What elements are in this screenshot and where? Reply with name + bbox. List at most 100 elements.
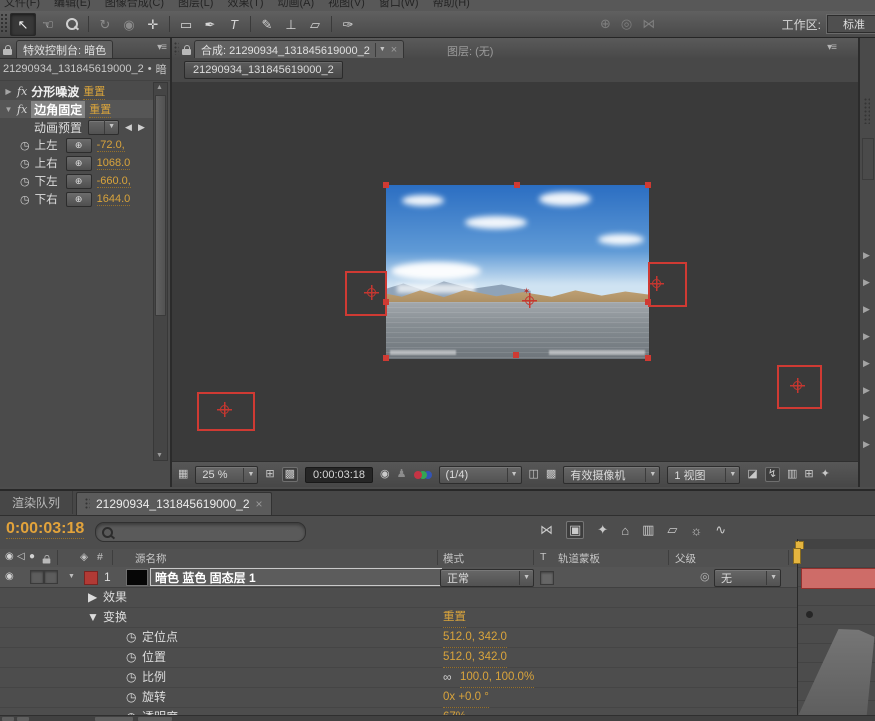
menu-item-edit[interactable]: 编辑(E) — [54, 0, 91, 10]
brainstorm-icon[interactable]: ▱ — [667, 522, 677, 538]
panel-menu-icon[interactable]: ▾≡ — [157, 42, 166, 53]
collapsed-panel-arrow-icon[interactable]: ▶ — [863, 439, 870, 450]
panel-lock-icon[interactable] — [3, 44, 12, 58]
label-column-icon[interactable]: ◈ — [80, 551, 88, 563]
label-dropdown-icon[interactable]: ▼ — [68, 573, 75, 580]
world-axis-icon[interactable]: ◎ — [621, 16, 632, 32]
track-matte-column-header[interactable]: 轨道蒙板 — [558, 551, 600, 566]
property-row-scale[interactable]: ◷ 比例 ∞ 100.0, 100.0% — [0, 668, 797, 688]
layer-duration-bar[interactable] — [801, 568, 875, 589]
menu-item-help[interactable]: 帮助(H) — [433, 0, 470, 10]
stopwatch-icon[interactable]: ◷ — [126, 628, 136, 647]
collapsed-panel-arrow-icon[interactable]: ▶ — [863, 277, 870, 288]
collapsed-panel-arrow-icon[interactable]: ▶ — [863, 304, 870, 315]
brush-tool-button[interactable]: ✎ — [255, 14, 279, 35]
property-row-rotation[interactable]: ◷ 旋转 0x +0.0 ° — [0, 688, 797, 708]
next-preset-icon[interactable]: ▶ — [138, 122, 145, 133]
corner-pin-point[interactable] — [790, 378, 805, 393]
motion-blur-icon[interactable]: ▥ — [642, 522, 654, 538]
camera-tool-button[interactable]: ◉ — [117, 14, 141, 35]
mode-column-header[interactable]: 模式 — [443, 551, 464, 566]
timeline-button-icon[interactable]: ▥ — [787, 469, 797, 480]
collapsed-panel-arrow-icon[interactable]: ▶ — [863, 331, 870, 342]
composition-viewer[interactable]: ✶ — [172, 82, 858, 462]
layer-row[interactable]: ◉ ▼ 1 暗色 蓝色 固态层 1 正常▼ ◎ 无▼ — [0, 567, 797, 588]
frame-blend-icon[interactable]: ⌂ — [621, 523, 629, 538]
auto-keyframe-icon[interactable]: ☼ — [690, 523, 702, 538]
audio-column-icon[interactable]: ◁ — [17, 551, 25, 562]
scrollbar-thumb[interactable] — [155, 95, 166, 316]
index-column-header[interactable]: # — [97, 551, 103, 563]
twirl-icon[interactable]: ▶ — [4, 87, 13, 96]
layer-handle[interactable] — [645, 355, 651, 361]
layer-handle[interactable] — [383, 355, 389, 361]
workspace-select[interactable]: 标准 — [827, 15, 875, 33]
layer-switch[interactable] — [30, 570, 44, 584]
parent-pickwhip-icon[interactable]: ◎ — [700, 570, 710, 583]
nav-button[interactable] — [138, 717, 172, 721]
channel-icon[interactable] — [414, 470, 432, 480]
fx-badge-icon[interactable]: fx — [17, 103, 27, 116]
panel-lock-icon[interactable] — [182, 44, 191, 58]
twirl-icon[interactable]: ▼ — [4, 105, 13, 114]
layer-visibility-icon[interactable]: ◉ — [5, 571, 14, 582]
show-snapshot-icon[interactable]: ♟ — [397, 469, 407, 480]
menu-item-layer[interactable]: 图层(L) — [178, 0, 213, 10]
t-column-header[interactable]: T — [540, 551, 546, 563]
anchor-point-crosshair[interactable] — [522, 293, 537, 308]
eraser-tool-button[interactable]: ▱ — [303, 14, 327, 35]
layer-handle[interactable] — [514, 182, 520, 188]
safe-zones-icon[interactable]: ⊞ — [265, 469, 274, 480]
collapsed-panel-arrow-icon[interactable]: ▶ — [863, 250, 870, 261]
corner-pin-point[interactable] — [649, 276, 664, 291]
puppet-pin-tool-button[interactable]: ✑ — [336, 14, 360, 35]
scroll-up-icon[interactable]: ▲ — [154, 84, 165, 91]
menu-item-file[interactable]: 文件(F) — [4, 0, 40, 10]
property-row-anchor-point[interactable]: ◷ 定位点 512.0, 342.0 — [0, 628, 797, 648]
property-value[interactable]: 0x +0.0 ° — [443, 688, 489, 708]
layer-tab[interactable]: 图层: (无) — [447, 43, 493, 59]
snapshot-icon[interactable]: ◉ — [380, 469, 390, 480]
current-timecode[interactable]: 0:00:03:18 — [6, 520, 84, 539]
property-value[interactable]: 512.0, 342.0 — [443, 648, 507, 668]
menu-item-composition[interactable]: 图像合成(C) — [105, 0, 164, 10]
parent-column-header[interactable]: 父级 — [675, 551, 696, 566]
local-axis-icon[interactable]: ⊕ — [600, 16, 611, 32]
exposure-icon[interactable]: ◪ — [747, 469, 757, 480]
render-queue-tab[interactable]: 渲染队列 — [0, 491, 73, 514]
menu-item-view[interactable]: 视图(V) — [328, 0, 365, 10]
fast-preview-icon[interactable]: ↯ — [765, 467, 780, 482]
viewer-timecode[interactable]: 0:00:03:18 — [305, 467, 373, 483]
hand-tool-button[interactable]: ☜ — [36, 14, 60, 35]
menu-item-animation[interactable]: 动画(A) — [278, 0, 315, 10]
prev-preset-icon[interactable]: ◀ — [125, 122, 132, 133]
collapsed-panel-arrow-icon[interactable]: ▶ — [863, 358, 870, 369]
shape-tool-button[interactable]: ▭ — [174, 14, 198, 35]
graph-editor-icon[interactable]: ∿ — [715, 522, 726, 538]
selection-tool-button[interactable]: ↖ — [10, 13, 36, 36]
grid-guides-icon[interactable]: ▦ — [178, 469, 188, 480]
pen-tool-button[interactable]: ✒ — [198, 14, 222, 35]
comp-mini-flowchart-icon[interactable]: ⋈ — [540, 522, 553, 538]
draft-3d-icon[interactable]: ▣ — [566, 521, 584, 539]
menu-item-window[interactable]: 窗口(W) — [379, 0, 419, 10]
close-tab-icon[interactable]: × — [391, 44, 397, 56]
view-axis-icon[interactable]: ⋈ — [642, 16, 655, 32]
target-point-button[interactable]: ⊕ — [66, 138, 92, 153]
param-value[interactable]: -72.0, — [97, 139, 125, 152]
shy-layers-icon[interactable]: ✦ — [597, 522, 608, 538]
nav-button[interactable] — [95, 717, 133, 721]
target-point-button[interactable]: ⊕ — [66, 192, 92, 207]
property-group-effects[interactable]: ▶ 效果 — [0, 588, 797, 608]
keyframe-dot[interactable] — [806, 611, 813, 618]
search-field[interactable] — [95, 522, 306, 542]
menu-item-effect[interactable]: 效果(T) — [227, 0, 263, 10]
stopwatch-icon[interactable]: ◷ — [126, 688, 136, 707]
stopwatch-icon[interactable]: ◷ — [20, 193, 30, 206]
magnification-dropdown[interactable]: 25 %▼ — [195, 466, 258, 484]
video-column-icon[interactable]: ◉ — [5, 551, 14, 562]
layer-handle[interactable] — [513, 352, 519, 358]
corner-pin-point[interactable] — [217, 402, 232, 417]
effect-name[interactable]: 分形噪波 — [31, 83, 79, 100]
scroll-down-icon[interactable]: ▼ — [154, 452, 165, 459]
